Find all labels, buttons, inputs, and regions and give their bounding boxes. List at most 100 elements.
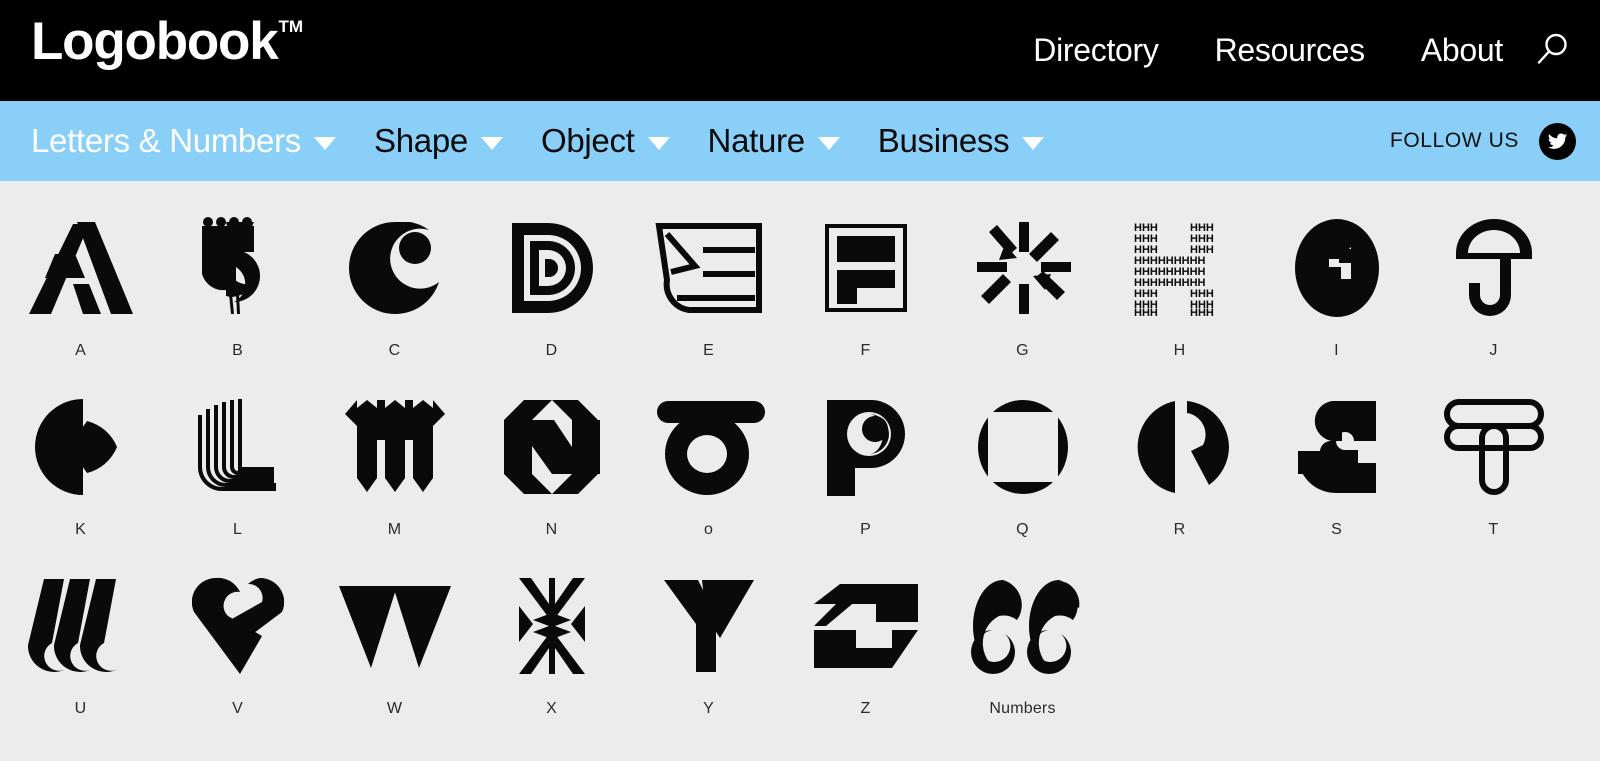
y-mark-icon bbox=[639, 571, 779, 681]
logo-cell-b[interactable]: B bbox=[159, 205, 316, 384]
logo-label: W bbox=[386, 700, 403, 717]
p-mark-icon bbox=[796, 392, 936, 502]
m-mark-icon bbox=[325, 392, 465, 502]
i-mark-icon bbox=[1267, 213, 1407, 323]
q-mark-icon bbox=[953, 392, 1093, 502]
logo-cell-e[interactable]: E bbox=[630, 205, 787, 384]
logo-grid: A B C D E F G HHH HHH HHH HHH HHH HHH HH… bbox=[0, 181, 1600, 761]
w-mark-icon bbox=[325, 571, 465, 681]
u-mark-icon bbox=[11, 571, 151, 681]
logo-cell-h[interactable]: HHH HHH HHH HHH HHH HHH HHHHHHHHH HHHHHHHHH… bbox=[1101, 205, 1258, 384]
logo-label: Numbers bbox=[989, 700, 1056, 717]
grid-row: K L M N o P Q R S T bbox=[2, 384, 1600, 563]
logo-cell-n[interactable]: N bbox=[473, 384, 630, 563]
logo-label: C bbox=[388, 342, 401, 359]
logo-cell-i[interactable]: I bbox=[1258, 205, 1415, 384]
category-business[interactable]: Business bbox=[878, 122, 1045, 160]
logo-cell-a[interactable]: A bbox=[2, 205, 159, 384]
b-mark-icon bbox=[168, 213, 308, 323]
logo-label: N bbox=[545, 521, 558, 538]
n-mark-icon bbox=[482, 392, 622, 502]
logo-label: Y bbox=[703, 700, 714, 717]
logo-cell-g[interactable]: G bbox=[944, 205, 1101, 384]
v-mark-icon bbox=[168, 571, 308, 681]
o-mark-icon bbox=[639, 392, 779, 502]
logo-cell-l[interactable]: L bbox=[159, 384, 316, 563]
l-mark-icon bbox=[168, 392, 308, 502]
follow-us-label: FOLLOW US bbox=[1389, 129, 1519, 152]
h-mark-icon: HHH HHH HHH HHH HHH HHH HHHHHHHHH HHHHHHHHH… bbox=[1110, 213, 1250, 323]
g-mark-icon bbox=[953, 213, 1093, 323]
logo-label: I bbox=[1334, 342, 1339, 359]
k-mark-icon bbox=[11, 392, 151, 502]
grid-row: U V W X Y Z Numbers bbox=[2, 563, 1600, 742]
logo-label: H bbox=[1173, 342, 1186, 359]
logo-cell-v[interactable]: V bbox=[159, 563, 316, 742]
logo-label: Q bbox=[1016, 521, 1029, 538]
z-mark-icon bbox=[796, 571, 936, 681]
logo-cell-r[interactable]: R bbox=[1101, 384, 1258, 563]
logo-label: S bbox=[1331, 521, 1342, 538]
category-subnav: Letters & Numbers Shape Object Nature Bu… bbox=[0, 101, 1600, 181]
category-nature[interactable]: Nature bbox=[708, 122, 840, 160]
c-mark-icon bbox=[325, 213, 465, 323]
logo-label: B bbox=[232, 342, 243, 359]
numbers-mark-icon bbox=[953, 571, 1093, 681]
site-header: Logobook TM Directory Resources About bbox=[0, 0, 1600, 101]
logo-cell-y[interactable]: Y bbox=[630, 563, 787, 742]
t-mark-icon bbox=[1424, 392, 1564, 502]
logo-cell-u[interactable]: U bbox=[2, 563, 159, 742]
logo-cell-z[interactable]: Z bbox=[787, 563, 944, 742]
logo-cell-o[interactable]: o bbox=[630, 384, 787, 563]
d-mark-icon bbox=[482, 213, 622, 323]
category-object[interactable]: Object bbox=[541, 122, 670, 160]
logo-cell-numbers[interactable]: Numbers bbox=[944, 563, 1101, 742]
logo-cell-s[interactable]: S bbox=[1258, 384, 1415, 563]
chevron-down-icon bbox=[314, 136, 337, 150]
logo-cell-d[interactable]: D bbox=[473, 205, 630, 384]
logo-cell-k[interactable]: K bbox=[2, 384, 159, 563]
logo-label: D bbox=[545, 342, 558, 359]
chevron-down-icon bbox=[817, 136, 840, 150]
logo-cell-m[interactable]: M bbox=[316, 384, 473, 563]
logo-label: T bbox=[1488, 521, 1499, 538]
logo-label: G bbox=[1016, 342, 1029, 359]
r-mark-icon bbox=[1110, 392, 1250, 502]
logo-label: U bbox=[74, 700, 87, 717]
logo-label: F bbox=[860, 342, 871, 359]
logo-cell-w[interactable]: W bbox=[316, 563, 473, 742]
logo-label: X bbox=[546, 700, 557, 717]
s-mark-icon bbox=[1267, 392, 1407, 502]
logo-cell-x[interactable]: X bbox=[473, 563, 630, 742]
logo-cell-j[interactable]: J bbox=[1415, 205, 1572, 384]
logo-label: R bbox=[1173, 521, 1186, 538]
j-mark-icon bbox=[1424, 213, 1564, 323]
search-icon[interactable] bbox=[1530, 29, 1572, 71]
svg-text:HHH: HHH bbox=[1134, 307, 1158, 316]
a-mark-icon bbox=[11, 213, 151, 323]
twitter-icon[interactable] bbox=[1539, 122, 1576, 160]
e-mark-icon bbox=[639, 213, 779, 323]
nav-item-directory[interactable]: Directory bbox=[1033, 32, 1159, 69]
logo-label: J bbox=[1489, 342, 1498, 359]
category-label: Object bbox=[540, 122, 635, 159]
category-shape[interactable]: Shape bbox=[374, 122, 503, 160]
logo-cell-p[interactable]: P bbox=[787, 384, 944, 563]
nav-item-about[interactable]: About bbox=[1421, 32, 1503, 69]
logo-cell-f[interactable]: F bbox=[787, 205, 944, 384]
logo-label: V bbox=[232, 700, 243, 717]
logo-cell-t[interactable]: T bbox=[1415, 384, 1572, 563]
category-list: Letters & Numbers Shape Object Nature Bu… bbox=[31, 101, 1082, 181]
svg-text:HHH: HHH bbox=[1190, 307, 1214, 316]
logo-cell-q[interactable]: Q bbox=[944, 384, 1101, 563]
category-letters-and-numbers[interactable]: Letters & Numbers bbox=[31, 122, 337, 160]
logo-label: Z bbox=[860, 700, 871, 717]
category-label: Nature bbox=[707, 122, 806, 159]
brand-logo[interactable]: Logobook TM bbox=[31, 9, 303, 75]
nav-item-resources[interactable]: Resources bbox=[1215, 32, 1366, 69]
grid-row: A B C D E F G HHH HHH HHH HHH HHH HHH HH… bbox=[2, 205, 1600, 384]
category-label: Shape bbox=[374, 122, 468, 159]
logo-label: o bbox=[703, 521, 714, 538]
logo-label: P bbox=[860, 521, 871, 538]
logo-cell-c[interactable]: C bbox=[316, 205, 473, 384]
